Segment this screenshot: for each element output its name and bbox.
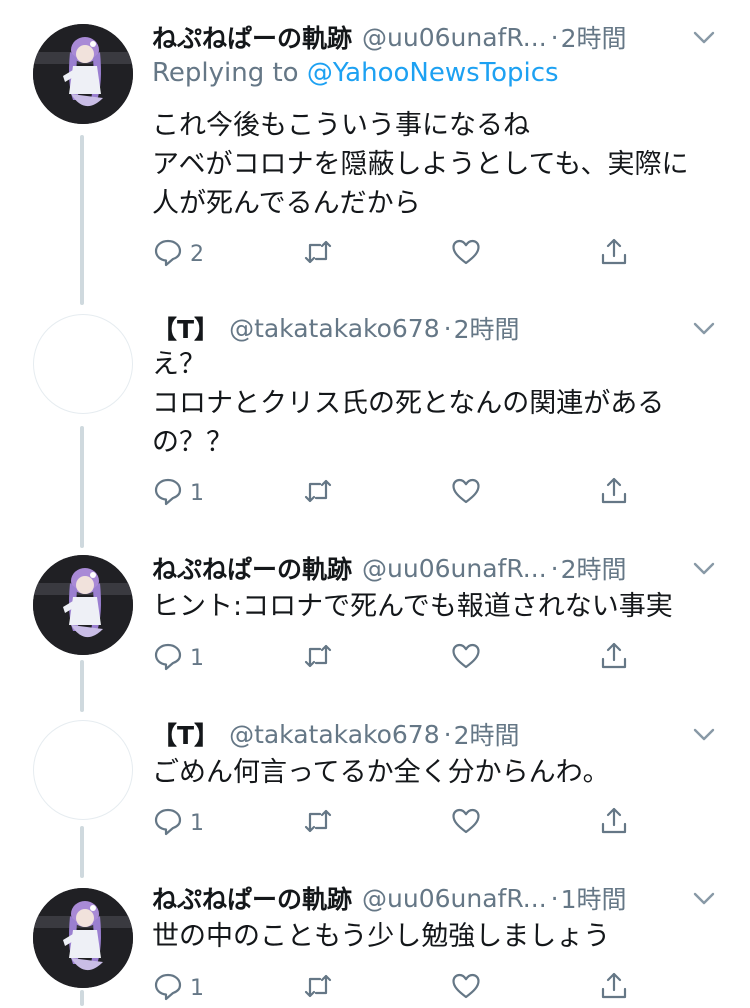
share-button[interactable] (598, 803, 630, 843)
share-button[interactable] (598, 473, 630, 513)
heart-icon (450, 805, 482, 841)
retweet-button[interactable] (302, 968, 334, 1008)
heart-icon (450, 475, 482, 511)
tweet[interactable]: ねぷねぱーの軌跡 @uu06unafR... · 2時間 Replying to… (0, 0, 750, 300)
retweet-button[interactable] (302, 803, 334, 843)
tweet[interactable]: 【T】 @takatakako678 · 2時間 ごめん何言ってるか全く分からん… (0, 710, 750, 880)
share-button[interactable] (598, 638, 630, 678)
reply-button[interactable]: 1 (152, 968, 204, 1008)
tweet-text: ヒント:コロナで死んでも報道されない事実 (152, 591, 673, 622)
tweet[interactable]: ねぷねぱーの軌跡 @uu06unafR... · 1時間 世の中のこともう少し勉… (0, 880, 750, 1006)
heart-icon (450, 236, 482, 272)
avatar[interactable] (33, 314, 133, 414)
chevron-down-icon[interactable] (688, 21, 720, 53)
reply-count: 1 (190, 810, 204, 836)
mention-link[interactable]: @YahooNewsTopics (307, 58, 559, 88)
reply-button[interactable]: 2 (152, 234, 204, 274)
display-name[interactable]: ねぷねぱーの軌跡 (152, 550, 352, 586)
chevron-down-icon[interactable] (688, 718, 720, 750)
action-bar: 1 (152, 638, 632, 678)
timestamp[interactable]: 2時間 (561, 19, 627, 55)
display-name[interactable]: ねぷねぱーの軌跡 (152, 880, 352, 916)
avatar[interactable] (33, 555, 133, 655)
reply-icon (152, 640, 184, 676)
separator-dot: · (550, 22, 559, 52)
share-icon (598, 475, 630, 511)
retweet-button[interactable] (302, 473, 334, 513)
reply-icon (152, 475, 184, 511)
tweet-text: ごめん何言ってるか全く分からんわ。 (152, 757, 610, 788)
user-handle[interactable]: @takatakako678 (229, 314, 440, 343)
reply-count: 1 (190, 645, 204, 671)
share-button[interactable] (598, 234, 630, 274)
tweet[interactable]: 【T】 @takatakako678 · 2時間 え？ コロナとクリス氏の死とな… (0, 300, 750, 540)
tweet-text: これ今後もこういう事になるね アベがコロナを隠蔽しようとしても、実際に 人が死ん… (152, 110, 689, 219)
display-name[interactable]: ねぷねぱーの軌跡 (152, 19, 352, 55)
retweet-icon (302, 640, 334, 676)
retweet-icon (302, 970, 334, 1006)
like-button[interactable] (450, 473, 482, 513)
heart-icon (450, 640, 482, 676)
conversation-thread: ねぷねぱーの軌跡 @uu06unafR... · 2時間 Replying to… (0, 0, 750, 1006)
reply-button[interactable]: 1 (152, 473, 204, 513)
like-button[interactable] (450, 968, 482, 1008)
retweet-icon (302, 805, 334, 841)
chevron-down-icon[interactable] (688, 312, 720, 344)
action-bar: 1 (152, 473, 632, 513)
share-icon (598, 970, 630, 1006)
action-bar: 1 (152, 803, 632, 843)
replying-to-label: Replying to (152, 58, 307, 88)
share-icon (598, 640, 630, 676)
reply-button[interactable]: 1 (152, 803, 204, 843)
timestamp[interactable]: 2時間 (561, 550, 627, 586)
like-button[interactable] (450, 638, 482, 678)
reply-count: 1 (190, 975, 204, 1001)
retweet-icon (302, 236, 334, 272)
share-button[interactable] (598, 968, 630, 1008)
reply-button[interactable]: 1 (152, 638, 204, 678)
chevron-down-icon[interactable] (688, 552, 720, 584)
tweet-text: 世の中のこともう少し勉強しましょう (152, 921, 611, 952)
heart-icon (450, 970, 482, 1006)
reply-count: 2 (190, 241, 204, 267)
separator-dot: · (550, 553, 559, 583)
separator-dot: · (550, 883, 559, 913)
reply-icon (152, 805, 184, 841)
timestamp[interactable]: 2時間 (454, 310, 520, 346)
retweet-button[interactable] (302, 638, 334, 678)
tweet[interactable]: ねぷねぱーの軌跡 @uu06unafR... · 2時間 ヒント:コロナで死んで… (0, 540, 750, 710)
replying-to: Replying to @YahooNewsTopics (152, 58, 559, 88)
tweet-text: え？ コロナとクリス氏の死となんの関連がある の？？ (152, 349, 665, 458)
like-button[interactable] (450, 234, 482, 274)
action-bar: 2 (152, 234, 632, 274)
share-icon (598, 805, 630, 841)
avatar[interactable] (33, 720, 133, 820)
retweet-icon (302, 475, 334, 511)
separator-dot: · (443, 313, 452, 343)
timestamp[interactable]: 1時間 (561, 880, 627, 916)
like-button[interactable] (450, 803, 482, 843)
avatar[interactable] (33, 24, 133, 124)
timestamp[interactable]: 2時間 (454, 716, 520, 752)
retweet-button[interactable] (302, 234, 334, 274)
reply-count: 1 (190, 480, 204, 506)
chevron-down-icon[interactable] (688, 882, 720, 914)
reply-icon (152, 970, 184, 1006)
user-handle[interactable]: @uu06unafR... (362, 23, 547, 52)
user-handle[interactable]: @uu06unafR... (362, 554, 547, 583)
display-name[interactable]: 【T】 (152, 716, 219, 752)
reply-icon (152, 236, 184, 272)
user-handle[interactable]: @uu06unafR... (362, 884, 547, 913)
avatar[interactable] (33, 888, 133, 988)
user-handle[interactable]: @takatakako678 (229, 720, 440, 749)
separator-dot: · (443, 719, 452, 749)
display-name[interactable]: 【T】 (152, 310, 219, 346)
share-icon (598, 236, 630, 272)
action-bar: 1 (152, 968, 632, 1008)
